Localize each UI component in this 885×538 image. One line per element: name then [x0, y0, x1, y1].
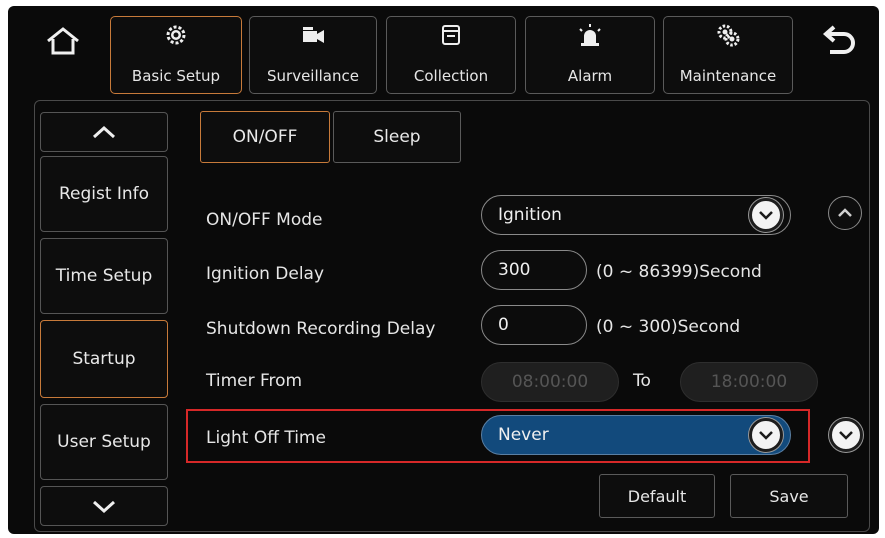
- save-button[interactable]: Save: [730, 474, 848, 518]
- tab-alarm[interactable]: Alarm: [525, 16, 655, 94]
- shutdown-delay-label: Shutdown Recording Delay: [206, 319, 436, 339]
- ignition-delay-label: Ignition Delay: [206, 264, 325, 284]
- light-off-dropdown-icon[interactable]: [749, 418, 783, 452]
- chevron-down-icon: [839, 431, 853, 440]
- chevron-down-icon: [759, 431, 773, 440]
- timer-to-label: To: [633, 371, 651, 391]
- page-up-button[interactable]: [828, 196, 862, 230]
- chevron-down-icon: [92, 500, 116, 513]
- ignition-delay-hint: (0 ~ 86399)Second: [596, 262, 762, 282]
- save-button-label: Save: [769, 486, 809, 506]
- sidebar-item-time-setup[interactable]: Time Setup: [40, 238, 168, 314]
- sidebar-item-label: Time Setup: [55, 266, 153, 286]
- timer-from-value: 08:00:00: [511, 372, 589, 392]
- home-icon[interactable]: [46, 26, 80, 56]
- onoff-mode-dropdown-icon[interactable]: [749, 198, 783, 232]
- tab-label: Collection: [413, 67, 489, 85]
- ignition-delay-value: 300: [498, 260, 531, 280]
- sidebar-item-regist-info[interactable]: Regist Info: [40, 156, 168, 232]
- shutdown-delay-hint: (0 ~ 300)Second: [596, 317, 741, 337]
- chevron-up-icon: [838, 208, 852, 217]
- shutdown-delay-value: 0: [498, 315, 509, 335]
- back-arrow-icon[interactable]: [822, 24, 858, 58]
- gear-icon: [166, 25, 186, 45]
- light-off-value: Never: [498, 425, 549, 445]
- chevron-down-icon: [759, 211, 773, 220]
- alarm-light-icon: [579, 24, 601, 46]
- scroll-down-button[interactable]: [40, 486, 168, 526]
- video-camera-icon: [303, 27, 324, 43]
- scroll-up-button[interactable]: [40, 112, 168, 152]
- timer-to-value: 18:00:00: [710, 372, 788, 392]
- timer-from-label: Timer From: [206, 371, 303, 391]
- tab-label: Maintenance: [679, 67, 777, 85]
- shutdown-delay-input[interactable]: 0: [481, 305, 587, 345]
- tab-label: Surveillance: [267, 67, 359, 85]
- subtab-label: ON/OFF: [232, 127, 298, 147]
- onoff-mode-select[interactable]: Ignition: [481, 195, 791, 235]
- light-off-label: Light Off Time: [206, 428, 326, 448]
- page-down-button[interactable]: [829, 418, 863, 452]
- sidebar-item-label: Startup: [72, 349, 136, 369]
- light-off-select[interactable]: Never: [481, 415, 791, 455]
- tab-surveillance[interactable]: Surveillance: [249, 16, 377, 94]
- subtab-onoff[interactable]: ON/OFF: [200, 111, 330, 163]
- tab-collection[interactable]: Collection: [386, 16, 516, 94]
- onoff-mode-value: Ignition: [498, 205, 562, 225]
- default-button[interactable]: Default: [599, 474, 715, 518]
- sidebar-item-startup[interactable]: Startup: [40, 320, 168, 398]
- sidebar-item-user-setup[interactable]: User Setup: [40, 404, 168, 480]
- gears-icon: [717, 24, 740, 47]
- tab-maintenance[interactable]: Maintenance: [663, 16, 793, 94]
- timer-to-input: 18:00:00: [680, 362, 818, 402]
- timer-from-input: 08:00:00: [481, 362, 619, 402]
- subtab-sleep[interactable]: Sleep: [333, 111, 461, 163]
- onoff-mode-label: ON/OFF Mode: [206, 210, 323, 230]
- tab-basic-setup[interactable]: Basic Setup: [110, 16, 242, 94]
- sidebar-item-label: Regist Info: [58, 184, 150, 204]
- subtab-label: Sleep: [373, 127, 421, 147]
- ignition-delay-input[interactable]: 300: [481, 250, 587, 290]
- tab-label: Basic Setup: [131, 67, 221, 85]
- sidebar-item-label: User Setup: [57, 432, 151, 452]
- window-icon: [442, 25, 460, 45]
- chevron-up-icon: [92, 125, 116, 139]
- default-button-label: Default: [627, 486, 687, 506]
- tab-label: Alarm: [567, 67, 613, 85]
